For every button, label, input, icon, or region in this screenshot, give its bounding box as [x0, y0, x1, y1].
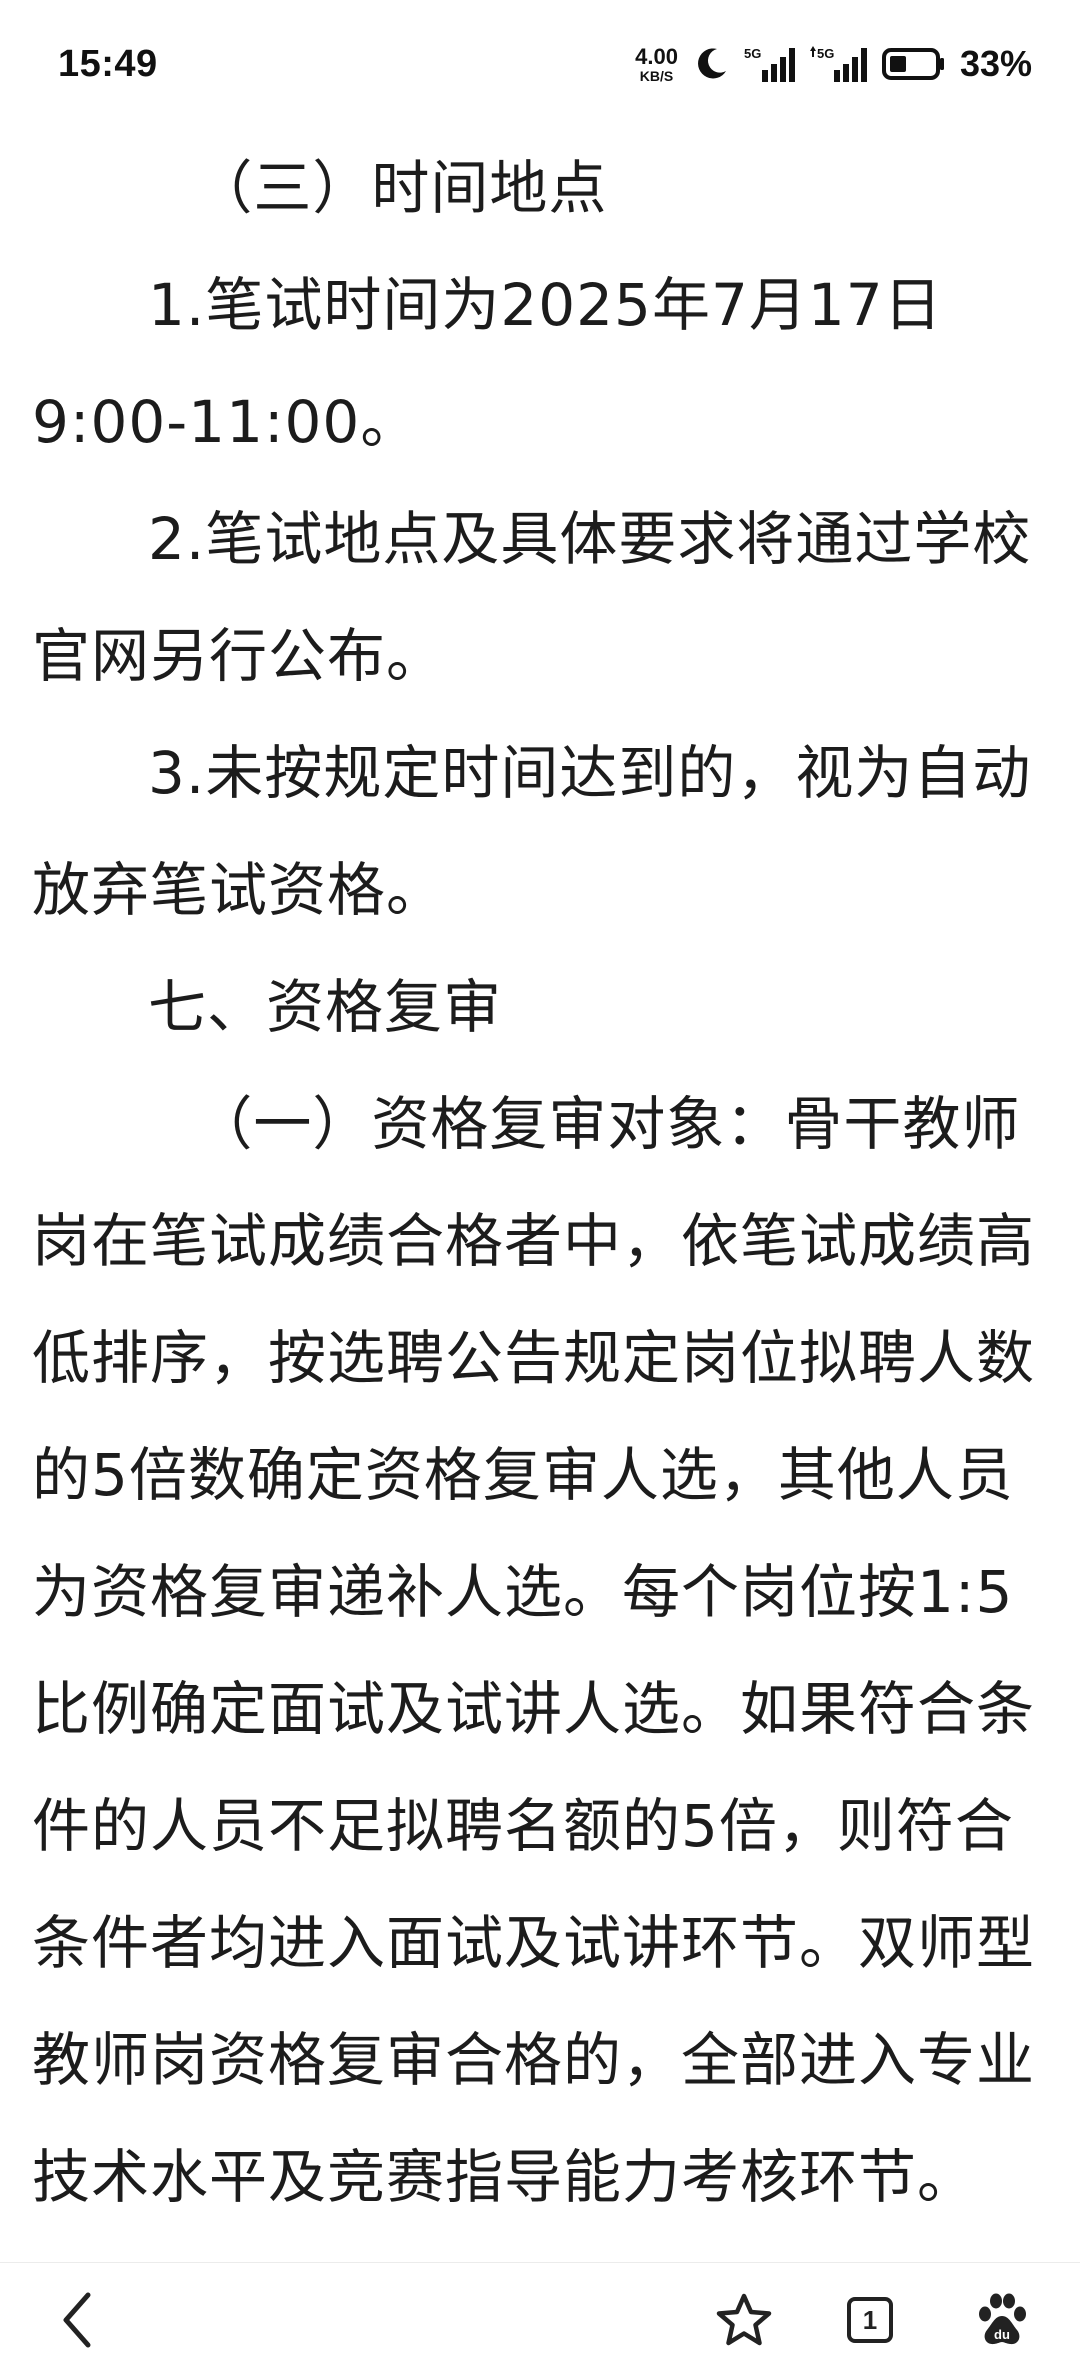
article-content: （三）时间地点 1.笔试时间为2025年7月17日9:00-11:00。 2.笔…	[32, 130, 1052, 2245]
status-time: 15:49	[58, 42, 158, 85]
tabs-button[interactable]: 1	[822, 2263, 918, 2377]
sim2-network-type: 5G	[817, 46, 834, 61]
bottom-toolbar: 1 du	[0, 2262, 1080, 2377]
article-paragraph: 3.未按规定时间达到的，视为自动放弃笔试资格。	[32, 739, 1032, 924]
svg-text:du: du	[994, 2327, 1010, 2342]
tab-count: 1	[862, 2304, 878, 2335]
article-paragraph: 1.笔试时间为2025年7月17日9:00-11:00。	[32, 271, 943, 456]
status-bar: 15:49 4.00 KB/S 5G 5G 33%	[0, 0, 1080, 128]
signal-icon: 5G	[744, 44, 796, 84]
back-arrow-icon	[58, 2291, 98, 2349]
network-speed-value: 4.00	[635, 43, 678, 69]
baidu-button[interactable]: du	[954, 2263, 1050, 2377]
network-speed-unit: KB/S	[639, 67, 674, 84]
sim1-network-type: 5G	[744, 46, 761, 61]
status-icons: 4.00 KB/S 5G 5G 33%	[635, 43, 1032, 85]
article-paragraph: 2.笔试地点及具体要求将通过学校官网另行公布。	[32, 505, 1032, 690]
network-speed: 4.00 KB/S	[635, 43, 678, 84]
battery-percent: 33%	[959, 43, 1032, 84]
back-button[interactable]	[30, 2263, 126, 2377]
article-section-heading: 七、资格复审	[148, 973, 503, 1041]
star-icon	[715, 2292, 773, 2348]
moon-icon	[692, 45, 730, 83]
baidu-paw-icon: du	[975, 2292, 1029, 2348]
favorite-button[interactable]	[696, 2263, 792, 2377]
article-paragraph: （一）资格复审对象：骨干教师岗在笔试成绩合格者中，依笔试成绩高低排序，按选聘公告…	[32, 1090, 1036, 2211]
signal-icon: 5G	[809, 44, 868, 84]
tabs-icon: 1	[847, 2297, 893, 2343]
article-paragraph: （三）时间地点	[194, 154, 608, 222]
battery-icon	[881, 47, 946, 81]
